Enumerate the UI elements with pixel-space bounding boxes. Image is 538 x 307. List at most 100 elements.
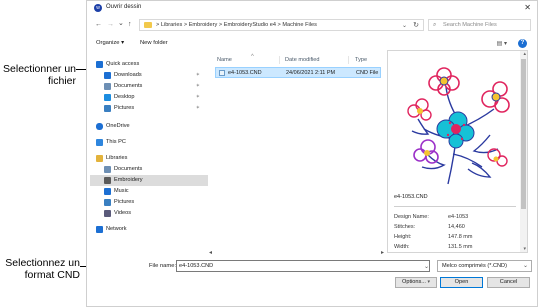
file-row[interactable]: e4-1053.CND 24/06/2021 2:11 PM CND File xyxy=(215,67,381,78)
nav-item-library-pictures[interactable]: Pictures xyxy=(90,197,208,208)
nav-item-library-documents[interactable]: Documents xyxy=(90,164,208,175)
file-type-value: Melco comprimés (*.CND) xyxy=(442,263,507,269)
pin-icon[interactable]: ✶ xyxy=(196,70,200,81)
window-title: Ouvrir dessin xyxy=(106,4,142,10)
cancel-button[interactable]: Cancel xyxy=(487,277,530,288)
open-button[interactable]: Open xyxy=(440,277,483,288)
nav-item-documents[interactable]: Documents ✶ xyxy=(90,81,208,92)
navigation-pane: Quick access Downloads ✶ Documents ✶ Des… xyxy=(90,55,208,247)
new-folder-button[interactable]: New folder xyxy=(140,40,168,46)
up-arrow-icon[interactable]: ↑ xyxy=(128,21,132,28)
back-arrow-icon[interactable]: ← xyxy=(95,21,102,28)
command-bar: Organize ▾ New folder ▤ ▾ ? xyxy=(87,38,537,50)
options-dropdown-icon: ▾ xyxy=(427,279,431,285)
breadcrumb-separator: > xyxy=(218,22,223,28)
nav-item-label: Downloads xyxy=(114,72,142,78)
search-placeholder: Search Machine Files xyxy=(443,22,497,28)
file-type-dropdown-icon: ⌄ xyxy=(522,263,528,269)
nav-item-onedrive[interactable]: OneDrive xyxy=(90,121,208,132)
help-icon[interactable]: ? xyxy=(518,39,527,48)
computer-icon xyxy=(96,139,103,146)
prop-label-stitches: Stitches: xyxy=(394,224,416,230)
prop-label-width: Width: xyxy=(394,244,410,250)
nav-item-this-pc[interactable]: This PC xyxy=(90,137,208,148)
nav-item-label: Embroidery xyxy=(114,177,143,183)
nav-item-label: Quick access xyxy=(106,61,140,67)
prop-label-design-name: Design Name: xyxy=(394,214,429,220)
embroidery-icon xyxy=(104,177,111,184)
pin-icon[interactable]: ✶ xyxy=(196,103,200,114)
pin-icon[interactable]: ✶ xyxy=(196,81,200,92)
libraries-icon xyxy=(96,155,103,162)
organize-button[interactable]: Organize ▾ xyxy=(96,40,124,46)
scroll-right-icon[interactable]: ▸ xyxy=(381,249,384,256)
refresh-icon[interactable]: ↻ xyxy=(413,21,419,29)
desktop-icon xyxy=(104,94,111,101)
nav-item-label: Libraries xyxy=(106,155,128,161)
nav-item-network[interactable]: Network xyxy=(90,224,208,235)
column-header-date-modified[interactable]: Date modified xyxy=(285,55,320,65)
view-options-icon[interactable]: ▤ ▾ xyxy=(497,40,507,47)
pin-icon[interactable]: ✶ xyxy=(196,92,200,103)
callout-select-format-text: Selectionnez un format CND xyxy=(5,257,80,281)
cloud-icon xyxy=(96,123,103,130)
options-button-label: Options... xyxy=(401,279,426,285)
breadcrumb-separator: > xyxy=(277,22,281,28)
embroidery-design-preview xyxy=(407,67,510,185)
close-icon[interactable]: ✕ xyxy=(524,3,531,12)
folder-icon xyxy=(144,22,152,28)
recent-locations-icon[interactable]: ⌄ xyxy=(118,19,124,27)
nav-item-desktop[interactable]: Desktop ✶ xyxy=(90,92,208,103)
breadcrumb-separator: > xyxy=(156,22,160,28)
column-header-name-label: Name xyxy=(217,57,232,63)
file-type-select[interactable]: Melco comprimés (*.CND) ⌄ xyxy=(437,260,532,272)
breadcrumb-embroidery[interactable]: Embroidery xyxy=(189,22,218,28)
cnd-file-icon xyxy=(219,70,225,76)
preview-vertical-scrollbar[interactable]: ▴ ▾ xyxy=(520,51,527,252)
nav-item-label: Pictures xyxy=(114,105,135,111)
file-name-dropdown-icon[interactable]: ⌄ xyxy=(424,263,429,270)
nav-item-label: Documents xyxy=(114,166,143,172)
file-name-input[interactable]: e4-1053.CND xyxy=(176,260,430,272)
file-date-modified: 24/06/2021 2:11 PM xyxy=(286,70,336,76)
file-name: e4-1053.CND xyxy=(228,70,262,76)
address-bar[interactable]: > Libraries > Embroidery > EmbroideryStu… xyxy=(139,19,424,31)
download-icon xyxy=(104,72,111,79)
breadcrumb-libraries[interactable]: Libraries xyxy=(161,22,182,28)
music-icon xyxy=(104,188,111,195)
documents-icon xyxy=(104,83,111,90)
scroll-down-icon[interactable]: ▾ xyxy=(523,246,526,252)
prop-value-height: 147.8 mm xyxy=(448,234,473,240)
nav-item-pictures[interactable]: Pictures ✶ xyxy=(90,103,208,114)
scroll-thumb[interactable] xyxy=(521,59,526,209)
column-separator[interactable] xyxy=(348,56,349,64)
nav-item-label: Desktop xyxy=(114,94,135,100)
breadcrumb-embroiderystudio[interactable]: EmbroideryStudio e4 xyxy=(224,22,276,28)
search-input[interactable]: ⌕ Search Machine Files xyxy=(428,19,531,31)
nav-item-embroidery[interactable]: Embroidery xyxy=(90,175,208,186)
forward-arrow-icon[interactable]: → xyxy=(107,21,114,28)
file-type: CND File xyxy=(356,70,379,76)
address-dropdown-icon[interactable]: ⌄ xyxy=(402,22,407,29)
horizontal-scrollbar[interactable]: ◂ ▸ xyxy=(209,249,384,257)
nav-item-music[interactable]: Music xyxy=(90,186,208,197)
nav-item-label: Videos xyxy=(114,210,132,216)
nav-item-videos[interactable]: Videos xyxy=(90,208,208,219)
callout-select-file-text: Selectionner un fichier xyxy=(3,63,76,87)
column-header-type[interactable]: Type xyxy=(355,55,367,65)
column-header-name[interactable]: Name ^ xyxy=(217,54,254,65)
breadcrumb-machine-files[interactable]: Machine Files xyxy=(282,22,317,28)
scroll-left-icon[interactable]: ◂ xyxy=(209,249,212,256)
options-button[interactable]: Options... ▾ xyxy=(395,277,437,288)
nav-item-downloads[interactable]: Downloads ✶ xyxy=(90,70,208,81)
nav-item-quick-access[interactable]: Quick access xyxy=(90,59,208,70)
sort-ascending-icon: ^ xyxy=(251,54,254,60)
prop-value-design-name: e4-1053 xyxy=(448,214,469,220)
prop-value-stitches: 14,460 xyxy=(448,224,465,230)
column-separator[interactable] xyxy=(279,56,280,64)
nav-item-libraries[interactable]: Libraries xyxy=(90,153,208,164)
preview-filename: e4-1053.CND xyxy=(394,194,428,200)
scroll-up-icon[interactable]: ▴ xyxy=(523,51,526,57)
preview-divider xyxy=(394,206,516,207)
nav-item-label: Network xyxy=(106,226,127,232)
